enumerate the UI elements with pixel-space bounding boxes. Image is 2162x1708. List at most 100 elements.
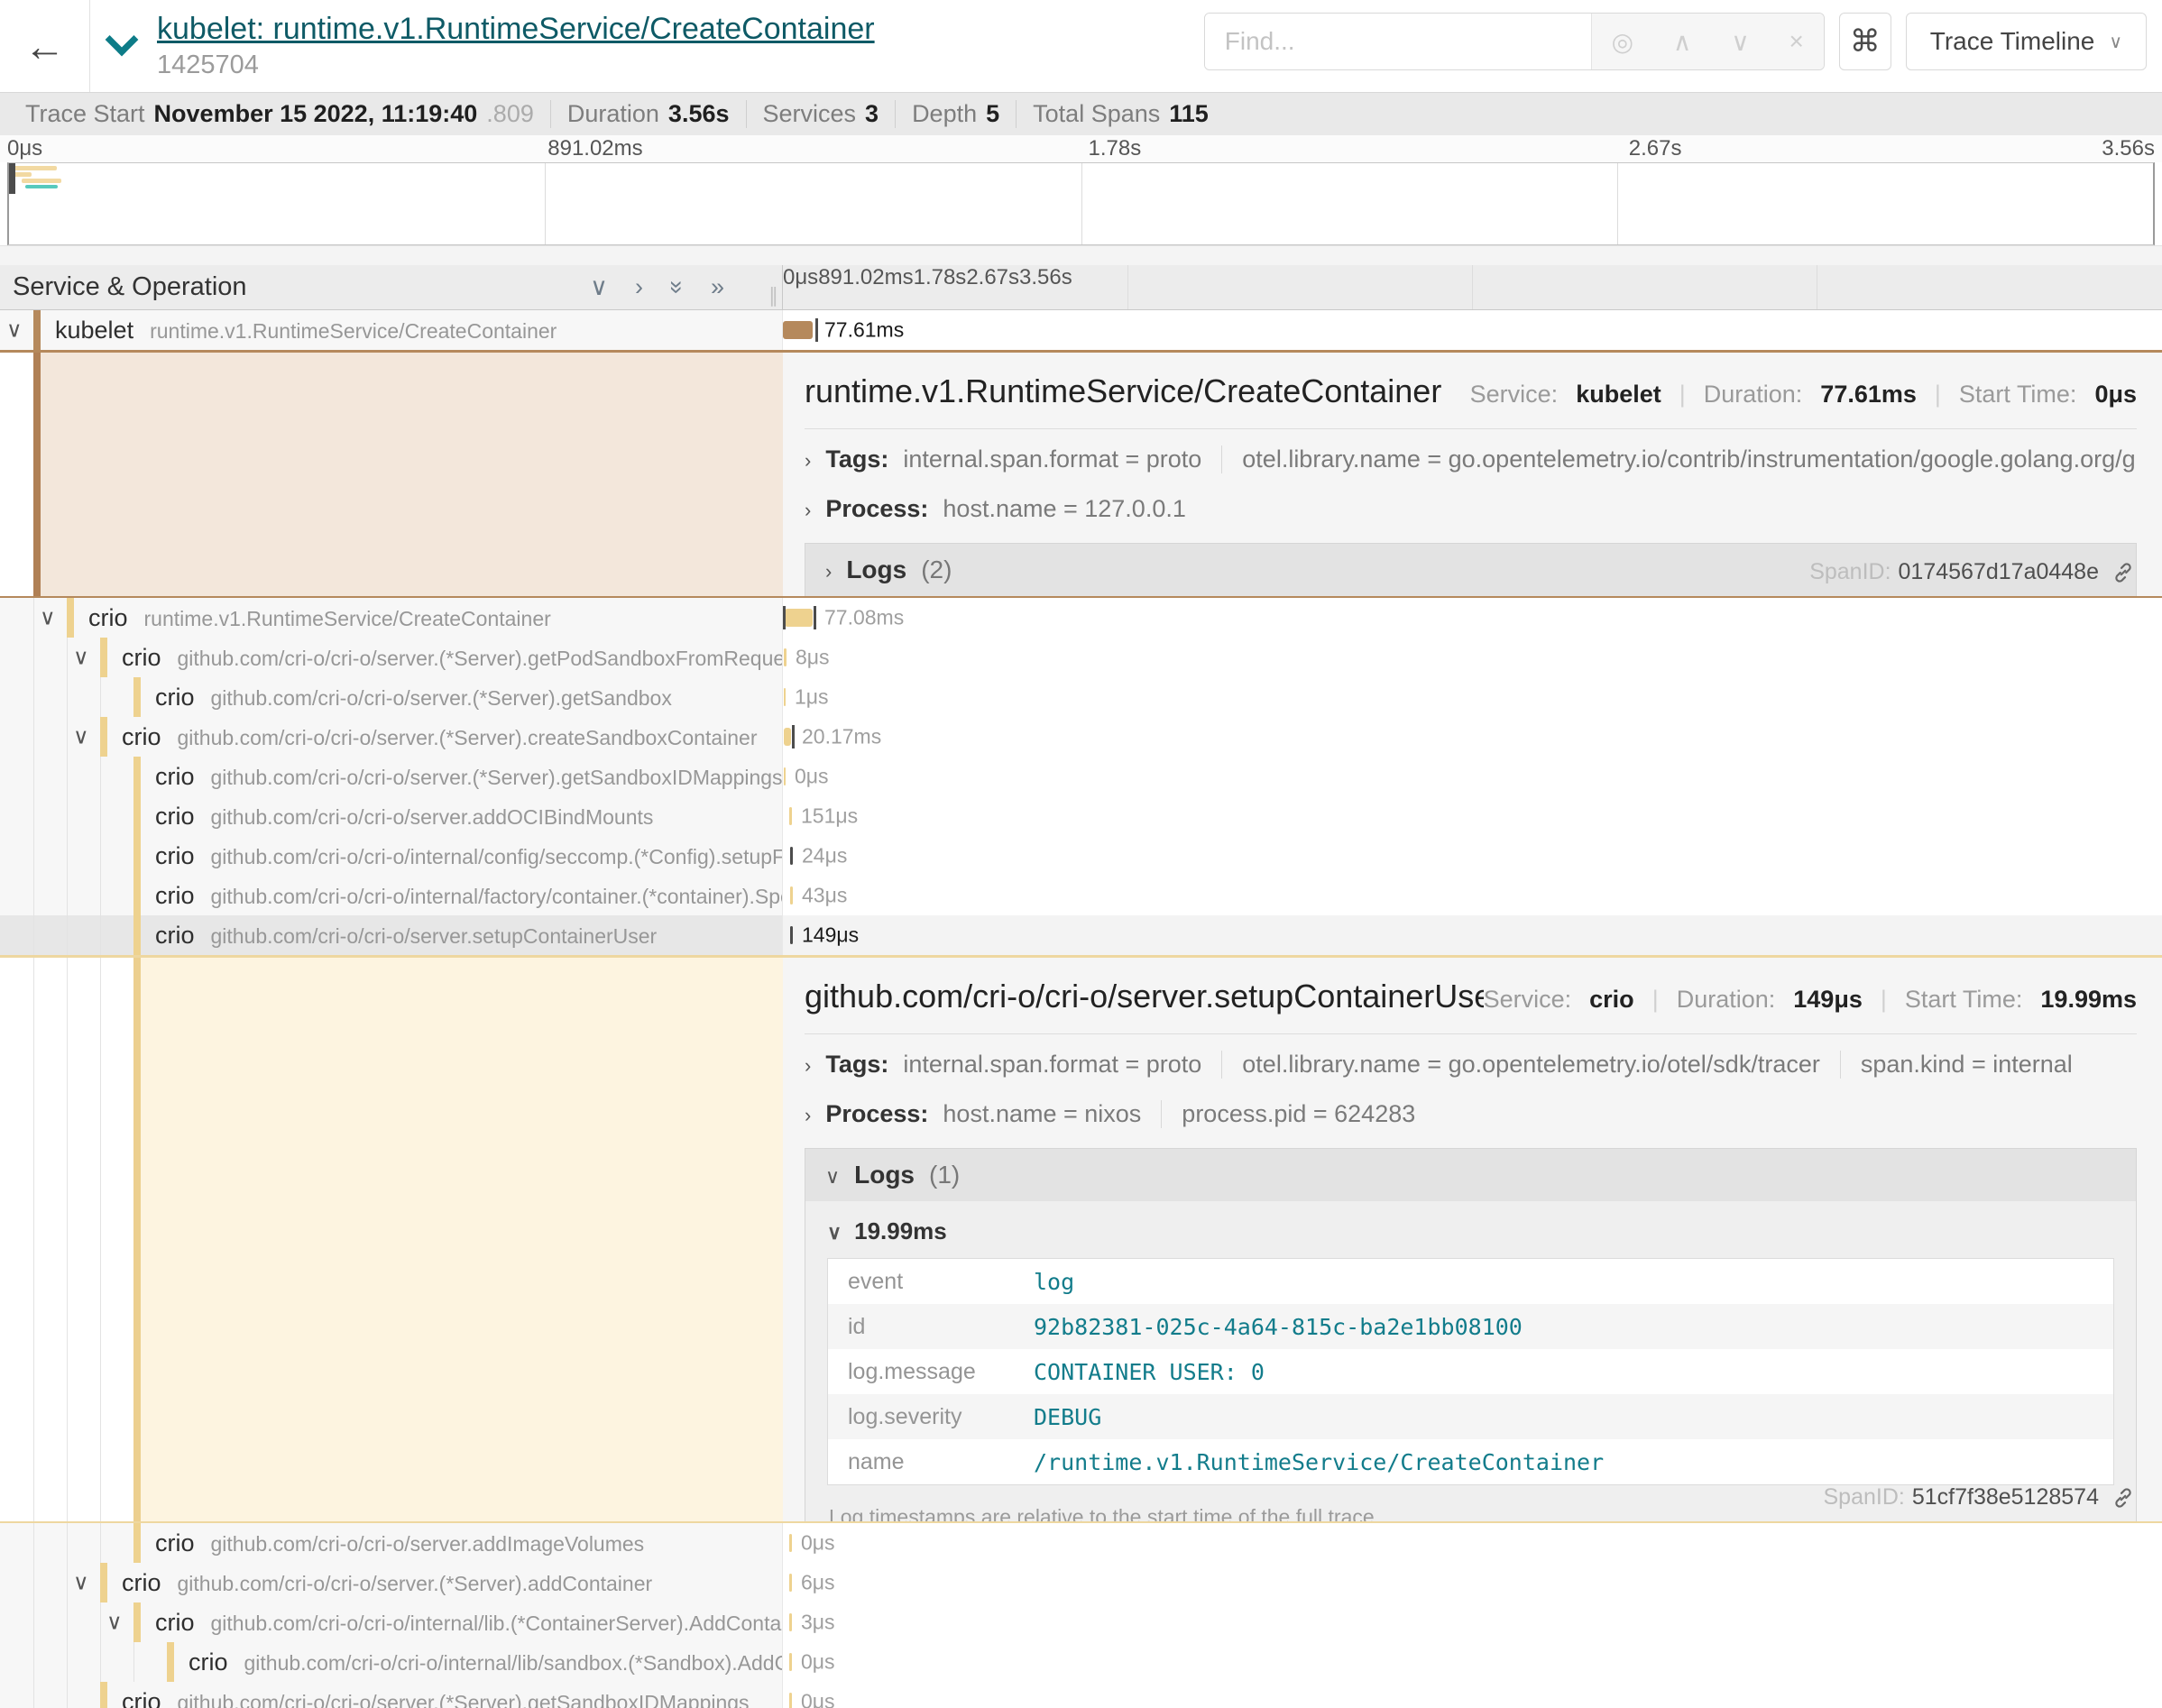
meta-service-value: crio [1589, 986, 1634, 1014]
span-duration-bar[interactable] [784, 728, 791, 746]
span-row[interactable]: criogithub.com/cri-o/cri-o/server.addOCI… [0, 796, 2162, 836]
span-duration-bar[interactable] [790, 847, 793, 865]
collapse-all-icon[interactable]: » [663, 280, 691, 294]
span-operation-name: github.com/cri-o/cri-o/server.(*Server).… [211, 686, 672, 711]
expand-collapse-chevron-icon[interactable]: ∨ [106, 1610, 123, 1636]
trace-title-link[interactable]: kubelet: runtime.v1.RuntimeService/Creat… [157, 12, 875, 47]
span-duration-bar[interactable] [784, 767, 786, 785]
span-operation-name: github.com/cri-o/cri-o/server.setupConta… [211, 924, 658, 949]
service-color-bar [67, 598, 74, 638]
span-service-name: crio [155, 882, 195, 910]
find-input[interactable] [1205, 14, 1591, 69]
logs-label: Logs [846, 556, 906, 584]
tags-accordion[interactable]: ›Tags:internal.span.format = protootel.l… [805, 435, 2137, 484]
span-row-name-cell: ∨criogithub.com/cri-o/cri-o/server.(*Ser… [0, 638, 783, 677]
span-service-name: kubelet [55, 317, 133, 344]
span-operation-name: github.com/cri-o/cri-o/server.(*Server).… [178, 1691, 750, 1708]
span-duration-bar[interactable] [785, 609, 813, 627]
span-row[interactable]: criogithub.com/cri-o/cri-o/internal/fact… [0, 876, 2162, 915]
logs-accordion-header[interactable]: ∨Logs(1) [805, 1149, 2136, 1201]
span-link-icon[interactable] [2111, 1486, 2135, 1510]
span-row[interactable]: criogithub.com/cri-o/cri-o/internal/conf… [0, 836, 2162, 876]
minimap-span-bar [25, 185, 58, 188]
span-service-name: crio [155, 763, 195, 791]
expand-collapse-chevron-icon[interactable]: ∨ [6, 317, 23, 344]
span-row[interactable]: criogithub.com/cri-o/cri-o/internal/lib/… [0, 1642, 2162, 1682]
span-row[interactable]: ∨criogithub.com/cri-o/cri-o/server.(*Ser… [0, 1563, 2162, 1602]
span-duration-bar[interactable] [783, 321, 813, 339]
span-row[interactable]: ∨criogithub.com/cri-o/cri-o/server.(*Ser… [0, 717, 2162, 757]
span-link-icon[interactable] [2111, 561, 2135, 584]
process-accordion-values: host.name = 127.0.0.1 [943, 495, 1185, 523]
span-row-timeline-cell: 77.61ms [783, 310, 2162, 350]
accordion-chevron-icon: ∨ [827, 1221, 842, 1244]
span-row[interactable]: criogithub.com/cri-o/cri-o/server.(*Serv… [0, 1682, 2162, 1708]
locate-icon[interactable]: ◎ [1612, 27, 1633, 57]
trace-view-selector[interactable]: Trace Timeline ∨ [1906, 13, 2147, 70]
tree-guide-line [100, 836, 101, 876]
span-id-label: SpanID: [1809, 559, 1891, 585]
span-log-marker [792, 725, 795, 748]
span-duration-bar[interactable] [789, 1653, 792, 1671]
back-button[interactable]: ← [0, 0, 90, 92]
span-row[interactable]: ∨kubeletruntime.v1.RuntimeService/Create… [0, 310, 2162, 350]
key-value-chip: process.pid = 624283 [1161, 1100, 1415, 1128]
tree-guide-line [133, 1642, 134, 1682]
span-row[interactable]: ∨criogithub.com/cri-o/cri-o/internal/lib… [0, 1602, 2162, 1642]
span-row[interactable]: criogithub.com/cri-o/cri-o/server.setupC… [0, 915, 2162, 955]
span-duration-bar[interactable] [789, 807, 792, 825]
chevron-down-icon: ∨ [2109, 31, 2122, 53]
tree-guide-line [67, 915, 68, 955]
tags-accordion[interactable]: ›Tags:internal.span.format = protootel.l… [805, 1040, 2137, 1089]
span-duration-bar[interactable] [790, 886, 793, 905]
timeline-minimap[interactable] [7, 162, 2155, 245]
keyboard-shortcuts-button[interactable]: ⌘ [1839, 13, 1891, 70]
span-duration-label: 0μs [795, 765, 829, 789]
expand-collapse-chevron-icon[interactable]: ∨ [73, 1570, 89, 1596]
span-detail-row: runtime.v1.RuntimeService/CreateContaine… [0, 350, 2162, 598]
span-row[interactable]: ∨crioruntime.v1.RuntimeService/CreateCon… [0, 598, 2162, 638]
minimap-gridline [1617, 163, 1618, 244]
span-duration-bar[interactable] [789, 1693, 792, 1708]
span-duration-bar[interactable] [789, 1613, 792, 1631]
process-accordion-values: host.name = nixos process.pid = 624283 [943, 1100, 1415, 1128]
process-accordion[interactable]: ›Process:host.name = 127.0.0.1 [805, 484, 2137, 534]
span-duration-bar[interactable] [790, 926, 793, 944]
collapse-one-icon[interactable]: ∨ [590, 273, 608, 301]
key-value-chip: host.name = nixos [943, 1100, 1141, 1128]
clear-search-icon[interactable]: × [1789, 27, 1804, 56]
process-accordion[interactable]: ›Process:host.name = nixosprocess.pid = … [805, 1089, 2137, 1139]
tree-guide-line [33, 1682, 34, 1708]
log-entry-header[interactable]: ∨19.99ms [827, 1205, 2114, 1258]
accordion-chevron-icon: › [805, 449, 811, 473]
span-row[interactable]: criogithub.com/cri-o/cri-o/server.(*Serv… [0, 677, 2162, 717]
expand-one-icon[interactable]: › [635, 273, 643, 301]
expand-collapse-chevron-icon[interactable]: ∨ [73, 645, 89, 671]
span-duration-bar[interactable] [789, 1574, 792, 1592]
next-match-icon[interactable]: ∨ [1731, 27, 1750, 57]
expand-all-icon[interactable]: » [711, 273, 724, 301]
span-duration-label: 8μs [796, 646, 830, 670]
span-row[interactable]: criogithub.com/cri-o/cri-o/server.(*Serv… [0, 757, 2162, 796]
span-row-timeline-cell: 0μs [783, 757, 2162, 796]
span-row[interactable]: criogithub.com/cri-o/cri-o/server.addIma… [0, 1523, 2162, 1563]
tree-guide-line [67, 1523, 68, 1563]
expand-collapse-chevron-icon[interactable]: ∨ [40, 605, 56, 631]
span-detail-title-row: runtime.v1.RuntimeService/CreateContaine… [805, 372, 2137, 410]
span-duration-label: 0μs [801, 1690, 835, 1708]
ruler-tick-label: 1.78s [914, 265, 967, 289]
log-field-row: log.messageCONTAINER USER: 0 [828, 1349, 2113, 1394]
span-row-name-cell: criogithub.com/cri-o/cri-o/server.setupC… [0, 915, 783, 955]
span-row[interactable]: ∨criogithub.com/cri-o/cri-o/server.(*Ser… [0, 638, 2162, 677]
expand-collapse-chevron-icon[interactable]: ∨ [73, 724, 89, 750]
span-duration-bar[interactable] [784, 648, 787, 666]
minimap-viewport-scrubber[interactable] [9, 163, 15, 194]
trace-collapse-chevron-icon[interactable] [106, 23, 139, 57]
service-color-bar [133, 1602, 141, 1642]
span-duration-bar[interactable] [784, 688, 786, 706]
prev-match-icon[interactable]: ∧ [1673, 27, 1692, 57]
span-id-row: SpanID: 51cf7f38e5128574 [1824, 1484, 2136, 1511]
column-resize-handle[interactable]: ∥ [768, 284, 778, 308]
span-duration-bar[interactable] [789, 1534, 792, 1552]
trace-stat: Trace StartNovember 15 2022, 11:19:40.80… [9, 100, 550, 128]
